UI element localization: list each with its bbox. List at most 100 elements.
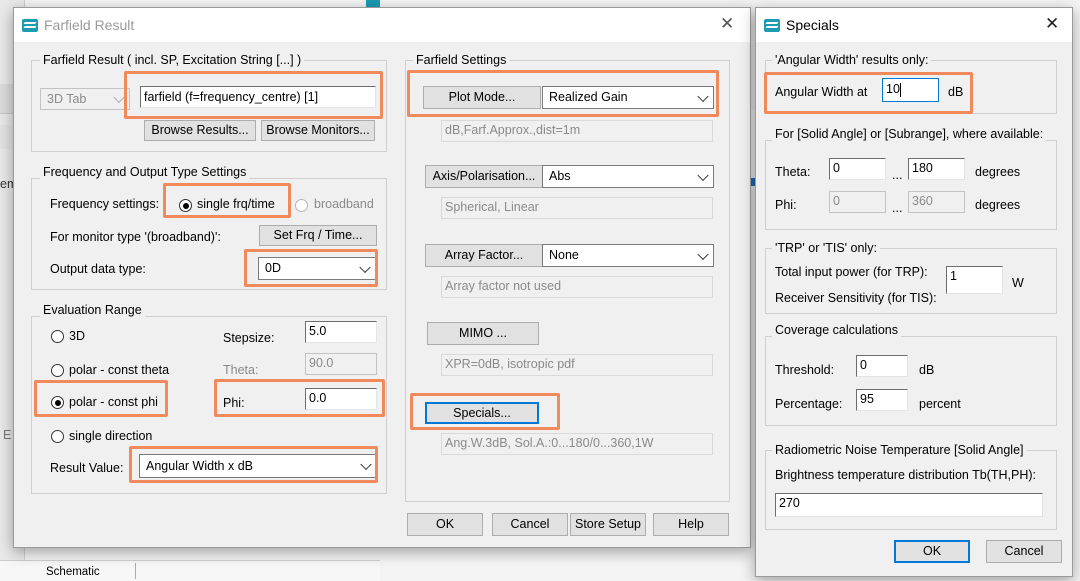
schematic-tab[interactable]: Schematic: [46, 566, 100, 578]
phi-field[interactable]: 0.0: [305, 388, 377, 410]
radio-polar-const-theta[interactable]: [51, 364, 64, 377]
group-legend: Farfield Result ( incl. SP, Excitation S…: [40, 53, 305, 67]
receiver-sensitivity-label: Receiver Sensitivity (for TIS):: [775, 291, 937, 305]
solid-angle-group: [765, 140, 1057, 230]
radio-3d[interactable]: [51, 330, 64, 343]
help-button[interactable]: Help: [653, 513, 729, 536]
output-data-type-label: Output data type:: [50, 262, 146, 276]
store-setup-button[interactable]: Store Setup: [570, 513, 646, 536]
threshold-label: Threshold:: [775, 363, 835, 377]
array-factor-select[interactable]: None: [542, 244, 714, 267]
phi-unit: degrees: [975, 198, 1021, 212]
specials-cancel-button[interactable]: Cancel: [986, 540, 1062, 563]
close-icon[interactable]: ✕: [1045, 14, 1059, 34]
total-input-power-label: Total input power (for TRP):: [775, 265, 928, 279]
axis-info: Spherical, Linear: [441, 197, 713, 219]
specials-ok-button[interactable]: OK: [894, 540, 970, 563]
single-frq-label: single frq/time: [197, 197, 275, 211]
phi-to-field[interactable]: 360: [908, 191, 965, 213]
group-legend: For [Solid Angle] or [Subrange], where a…: [772, 127, 1047, 141]
phi-from-field[interactable]: 0: [829, 191, 886, 213]
percentage-label: Percentage:: [775, 397, 843, 411]
radio-3d-label: 3D: [69, 329, 85, 343]
power-field[interactable]: 1: [946, 266, 1003, 294]
chevron-down-icon: [113, 91, 125, 104]
app-logo-icon: [22, 19, 38, 32]
group-legend: Frequency and Output Type Settings: [40, 165, 250, 179]
tab-select-value: 3D Tab: [47, 92, 87, 106]
app-logo-icon: [764, 19, 780, 32]
status-divider: [135, 563, 136, 579]
chevron-down-icon: [697, 90, 709, 102]
specials-dialog: Specials ✕ 'Angular Width' results only:…: [755, 7, 1073, 577]
browse-monitors-button[interactable]: Browse Monitors...: [261, 120, 375, 141]
radio-single-direction[interactable]: [51, 430, 64, 443]
result-value-select[interactable]: Angular Width x dB: [139, 454, 377, 478]
polar-const-theta-label: polar - const theta: [69, 363, 170, 377]
stepsize-field[interactable]: 5.0: [305, 321, 377, 343]
result-value-label: Result Value:: [50, 461, 124, 475]
browse-results-button[interactable]: Browse Results...: [144, 120, 256, 141]
farfield-result-dialog: Farfield Result ✕ Farfield Result ( incl…: [13, 7, 751, 548]
radio-polar-const-phi[interactable]: [51, 396, 64, 409]
angular-width-field[interactable]: 10: [882, 78, 939, 102]
axis-value: Abs: [549, 169, 571, 183]
output-data-type-value: 0D: [265, 261, 281, 275]
array-factor-button[interactable]: Array Factor...: [425, 244, 543, 267]
stepsize-label: Stepsize:: [223, 331, 275, 345]
percentage-unit: percent: [919, 397, 961, 411]
farfield-titlebar[interactable]: Farfield Result ✕: [14, 8, 750, 42]
plot-mode-select[interactable]: Realized Gain: [542, 86, 714, 109]
threshold-unit: dB: [919, 363, 935, 377]
theta-to-field[interactable]: 180: [908, 158, 965, 180]
monitor-type-label: For monitor type '(broadband)':: [50, 230, 221, 244]
group-legend: Evaluation Range: [40, 303, 145, 317]
range-ellipsis: ...: [892, 168, 903, 182]
specials-button[interactable]: Specials...: [425, 402, 539, 424]
mimo-info: XPR=0dB, isotropic pdf: [441, 354, 713, 376]
group-legend: 'TRP' or 'TIS' only:: [772, 241, 880, 255]
axis-select[interactable]: Abs: [542, 165, 714, 188]
angular-width-unit: dB: [948, 85, 964, 99]
array-factor-info: Array factor not used: [441, 276, 713, 298]
range-ellipsis: ...: [892, 201, 903, 215]
threshold-field[interactable]: 0: [856, 355, 908, 377]
background-fragment: E: [3, 428, 12, 442]
polar-const-phi-label: polar - const phi: [69, 395, 158, 409]
single-direction-label: single direction: [69, 429, 153, 443]
text-cursor: [899, 82, 901, 97]
theta-label: Theta:: [223, 363, 259, 377]
theta-field[interactable]: 90.0: [305, 353, 377, 375]
close-icon[interactable]: ✕: [720, 14, 734, 34]
specials-info: Ang.W.3dB, Sol.A.:0...180/0...360,1W: [441, 433, 713, 455]
plot-mode-info: dB,Farf.Approx.,dist=1m: [441, 120, 713, 142]
dialog-title: Farfield Result: [44, 17, 135, 33]
theta-from-field[interactable]: 0: [829, 158, 886, 180]
coverage-group: [765, 336, 1057, 426]
result-name-field[interactable]: farfield (f=frequency_centre) [1]: [140, 86, 376, 108]
broadband-radio[interactable]: [295, 199, 308, 212]
axis-polarisation-button[interactable]: Axis/Polarisation...: [425, 165, 543, 188]
angular-width-label: Angular Width at: [775, 85, 868, 99]
chevron-down-icon: [697, 248, 709, 260]
plot-mode-button[interactable]: Plot Mode...: [423, 86, 541, 109]
cancel-button[interactable]: Cancel: [492, 513, 568, 536]
ok-button[interactable]: OK: [407, 513, 483, 536]
angular-width-value: 10: [886, 82, 900, 96]
output-data-type-select[interactable]: 0D: [258, 257, 376, 280]
power-unit: W: [1012, 276, 1024, 290]
brightness-temperature-field[interactable]: 270: [775, 493, 1043, 517]
set-frq-time-button[interactable]: Set Frq / Time...: [259, 225, 377, 246]
phi-label: Phi:: [223, 396, 245, 410]
tab-select[interactable]: 3D Tab: [40, 88, 130, 110]
solid-theta-label: Theta:: [775, 165, 811, 179]
mimo-button[interactable]: MIMO ...: [427, 322, 539, 345]
single-frq-radio[interactable]: [179, 199, 192, 212]
solid-phi-label: Phi:: [775, 198, 797, 212]
plot-mode-value: Realized Gain: [549, 90, 628, 104]
specials-titlebar[interactable]: Specials ✕: [756, 8, 1072, 42]
percentage-field[interactable]: 95: [856, 389, 908, 411]
dialog-title: Specials: [786, 17, 839, 33]
broadband-label: broadband: [314, 197, 374, 211]
chevron-down-icon: [697, 169, 709, 181]
